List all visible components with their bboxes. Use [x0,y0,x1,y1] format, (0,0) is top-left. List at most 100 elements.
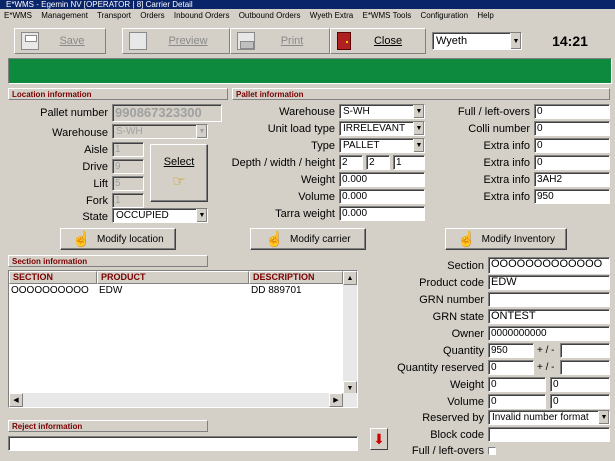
state-value: OCCUPIED [116,210,169,221]
weight-field-2[interactable]: 0 [550,377,610,392]
extra-info-field-1[interactable]: 0 [534,138,610,153]
quantity-reserved-tolerance-field[interactable] [560,360,610,375]
pallet-weight-field[interactable]: 0.000 [339,172,425,187]
location-info-title: Location information [8,88,228,100]
scroll-right-arrow-icon[interactable]: ▶ [329,393,343,407]
chevron-down-icon[interactable]: ▼ [196,209,207,222]
menu-ewms-tools[interactable]: E*WMS Tools [362,11,411,20]
menu-transport[interactable]: Transport [97,11,131,20]
product-code-field[interactable]: EDW [488,275,610,290]
height-field[interactable]: 1 [393,155,425,170]
print-button[interactable]: Print [230,28,330,54]
printer-icon [237,32,255,50]
depth-field[interactable]: 2 [339,155,363,170]
close-button[interactable]: Close [330,28,426,54]
block-code-label: Block code [430,429,484,441]
volume-field-2[interactable]: 0 [550,394,610,409]
quantity-field[interactable]: 950 [488,343,534,358]
pallet-warehouse-label: Warehouse [279,106,335,118]
extra-info-field-3[interactable]: 3AH2 [534,172,610,187]
client-select[interactable]: Wyeth ▼ [432,32,522,50]
reject-info-title: Reject information [8,420,208,432]
menu-help[interactable]: Help [477,11,493,20]
chevron-down-icon[interactable]: ▼ [413,139,424,152]
extra-info-label-3: Extra info [483,174,530,186]
tarra-weight-field[interactable]: 0.000 [339,206,425,221]
client-select-value: Wyeth [436,35,468,47]
menu-inbound-orders[interactable]: Inbound Orders [174,11,230,20]
chevron-down-icon[interactable]: ▼ [413,122,424,135]
grn-state-field[interactable]: ONTEST [488,309,610,324]
clock: 14:21 [552,33,588,49]
grn-number-field[interactable] [488,292,610,307]
pallet-warehouse-select[interactable]: S-WH ▼ [339,104,425,119]
fork-field: 1 [112,193,144,208]
owner-field[interactable]: 0000000000 [488,326,610,341]
section-cell: OOOOOOOOOO [11,285,89,296]
move-down-arrow-icon[interactable]: ⬇ [370,428,388,450]
preview-button[interactable]: Preview [122,28,230,54]
section-field[interactable]: OOOOOOOOOOOOO [488,257,610,274]
owner-label: Owner [451,328,484,340]
chevron-down-icon[interactable]: ▼ [598,411,609,424]
menu-configuration[interactable]: Configuration [420,11,468,20]
lift-field: 5 [112,176,144,191]
volume-field[interactable]: 0 [488,394,546,409]
column-header-product[interactable]: PRODUCT [97,271,249,284]
pallet-volume-field[interactable]: 0.000 [339,189,425,204]
quantity-label: Quantity [443,345,484,357]
select-location-button[interactable]: Select ☞ [150,144,208,202]
chevron-down-icon[interactable]: ▼ [413,105,424,118]
full-leftovers-checkbox[interactable] [488,447,496,455]
chevron-down-icon[interactable]: ▼ [510,33,521,49]
column-header-section[interactable]: SECTION [9,271,97,284]
state-select[interactable]: OCCUPIED ▼ [112,208,208,223]
block-code-field[interactable] [488,427,610,442]
menu-bar: E*WMS Management Transport Orders Inboun… [0,9,615,23]
type-select[interactable]: PALLET ▼ [339,138,425,153]
table-row[interactable]: OOOOOOOOOO EDW DD 889701 [9,284,357,297]
menu-wyeth-extra[interactable]: Wyeth Extra [310,11,354,20]
extra-info-label-4: Extra info [483,191,530,203]
modify-location-button[interactable]: ☝ Modify location [60,228,176,250]
extra-info-field-4[interactable]: 950 [534,189,610,204]
reject-info-field[interactable] [8,436,358,451]
lift-label: Lift [93,178,108,190]
reserved-by-label: Reserved by [422,412,484,424]
product-cell: EDW [99,285,123,296]
menu-orders[interactable]: Orders [140,11,164,20]
location-warehouse-label: Warehouse [52,127,108,139]
quantity-reserved-field[interactable]: 0 [488,360,534,375]
floppy-disk-icon [21,32,39,50]
reserved-by-select[interactable]: Invalid number format ▼ [488,410,610,425]
scroll-up-arrow-icon[interactable]: ▲ [343,271,357,285]
full-leftovers-field[interactable]: 0 [534,104,610,119]
scroll-left-arrow-icon[interactable]: ◀ [9,393,23,407]
pointing-hand-icon: ☝ [456,231,476,248]
menu-ewms[interactable]: E*WMS [4,11,32,20]
section-grid[interactable]: SECTION PRODUCT DESCRIPTION OOOOOOOOOO E… [8,270,358,408]
column-header-description[interactable]: DESCRIPTION [249,271,343,284]
dimensions-label: Depth / width / height [231,157,335,169]
window-title: E*WMS - Egemin NV [OPERATOR | 8] Carrier… [0,0,615,9]
extra-info-field-2[interactable]: 0 [534,155,610,170]
location-warehouse-value: S-WH [116,126,143,137]
preview-icon [129,32,147,50]
menu-outbound-orders[interactable]: Outbound Orders [239,11,301,20]
colli-number-field[interactable]: 0 [534,121,610,136]
menu-management[interactable]: Management [41,11,88,20]
pallet-warehouse-value: S-WH [343,106,370,117]
horizontal-scrollbar[interactable]: ◀ ▶ [9,393,357,407]
modify-carrier-button[interactable]: ☝ Modify carrier [250,228,366,250]
quantity-tolerance-field[interactable] [560,343,610,358]
drive-label: Drive [82,161,108,173]
width-field[interactable]: 2 [366,155,390,170]
unit-load-type-select[interactable]: IRRELEVANT ▼ [339,121,425,136]
description-cell: DD 889701 [251,285,302,296]
save-button[interactable]: Save [14,28,106,54]
pallet-number-label: Pallet number [40,107,108,119]
aisle-field: 1 [112,142,144,157]
weight-field[interactable]: 0 [488,377,546,392]
vertical-scrollbar[interactable]: ▲ ▼ [343,271,357,395]
modify-inventory-button[interactable]: ☝ Modify Inventory [445,228,567,250]
